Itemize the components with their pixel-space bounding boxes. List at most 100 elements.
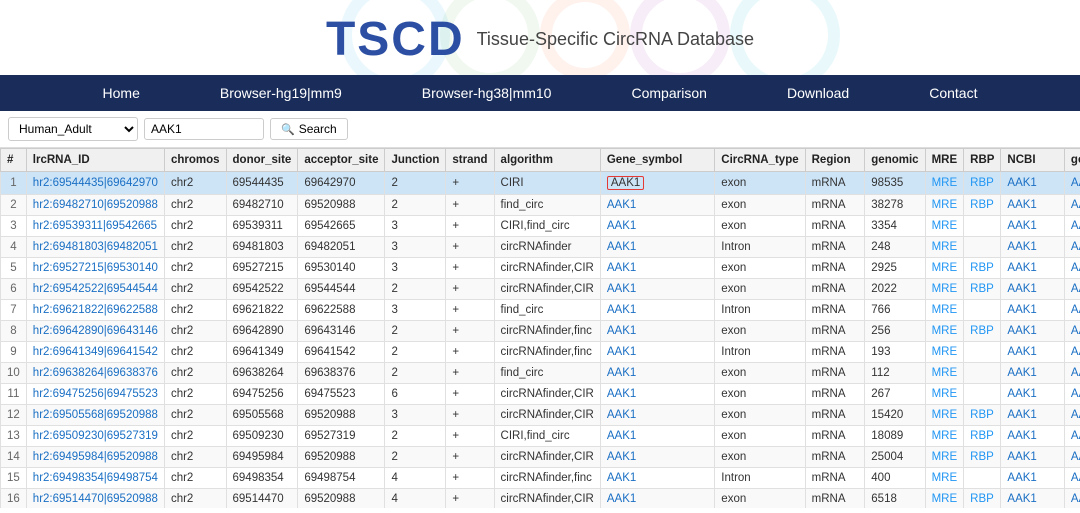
cell-ncbi[interactable]: AAK1 [1001,426,1065,447]
cell-ncbi[interactable]: AAK1 [1001,405,1065,426]
cell-mre[interactable]: MRE [925,363,964,384]
cell-gene-symbol[interactable]: AAK1 [600,172,714,195]
cell-rbp[interactable]: RBP [964,195,1001,216]
cell-ncbi[interactable]: AAK1 [1001,300,1065,321]
results-table: # lrcRNA_ID chromos donor_site acceptor_… [0,148,1080,508]
cell-gene-symbol[interactable]: AAK1 [600,363,714,384]
cell-mre[interactable]: MRE [925,195,964,216]
cell-genecards[interactable]: AAK1 [1064,279,1080,300]
cell-lrcrna-id[interactable]: hr2:69638264|69638376 [26,363,164,384]
cell-mre[interactable]: MRE [925,216,964,237]
cell-genecards[interactable]: AAK1 [1064,405,1080,426]
cell-genecards[interactable]: AAK1 [1064,447,1080,468]
cell-gene-symbol[interactable]: AAK1 [600,405,714,426]
cell-gene-symbol[interactable]: AAK1 [600,195,714,216]
cell-genecards[interactable]: AAK1 [1064,216,1080,237]
cell-rbp[interactable]: RBP [964,426,1001,447]
cell-rbp [964,216,1001,237]
cell-ncbi[interactable]: AAK1 [1001,384,1065,405]
cell-genecards[interactable]: AAK1 [1064,300,1080,321]
cell-genecards[interactable]: AAK1 [1064,258,1080,279]
cell-lrcrna-id[interactable]: hr2:69514470|69520988 [26,489,164,509]
cell-lrcrna-id[interactable]: hr2:69621822|69622588 [26,300,164,321]
cell-mre[interactable]: MRE [925,405,964,426]
search-input[interactable] [144,118,264,140]
cell-genecards[interactable]: AAK1 [1064,363,1080,384]
cell-gene-symbol[interactable]: AAK1 [600,342,714,363]
cell-rbp[interactable]: RBP [964,258,1001,279]
cell-lrcrna-id[interactable]: hr2:69641349|69641542 [26,342,164,363]
cell-ncbi[interactable]: AAK1 [1001,468,1065,489]
cell-mre[interactable]: MRE [925,258,964,279]
cell-ncbi[interactable]: AAK1 [1001,447,1065,468]
cell-rbp[interactable]: RBP [964,279,1001,300]
cell-gene-symbol[interactable]: AAK1 [600,258,714,279]
cell-rbp[interactable]: RBP [964,321,1001,342]
cell-genecards[interactable]: AAK1 [1064,489,1080,509]
cell-lrcrna-id[interactable]: hr2:69505568|69520988 [26,405,164,426]
cell-mre[interactable]: MRE [925,279,964,300]
cell-lrcrna-id[interactable]: hr2:69527215|69530140 [26,258,164,279]
cell-gene-symbol[interactable]: AAK1 [600,384,714,405]
cell-genecards[interactable]: AAK1 [1064,342,1080,363]
cell-mre[interactable]: MRE [925,321,964,342]
nav-download[interactable]: Download [747,75,889,111]
cell-genecards[interactable]: AAK1 [1064,172,1080,195]
organism-dropdown[interactable]: Human_Adult Human_Fetal Mouse_Adult Mous… [8,117,138,141]
cell-lrcrna-id[interactable]: hr2:69475256|69475523 [26,384,164,405]
cell-gene-symbol[interactable]: AAK1 [600,447,714,468]
cell-lrcrna-id[interactable]: hr2:69542522|69544544 [26,279,164,300]
cell-rbp[interactable]: RBP [964,447,1001,468]
nav-browser-hg19[interactable]: Browser-hg19|mm9 [180,75,382,111]
cell-ncbi[interactable]: AAK1 [1001,363,1065,384]
cell-lrcrna-id[interactable]: hr2:69642890|69643146 [26,321,164,342]
cell-genecards[interactable]: AAK1 [1064,468,1080,489]
cell-gene-symbol[interactable]: AAK1 [600,216,714,237]
cell-mre[interactable]: MRE [925,468,964,489]
cell-mre[interactable]: MRE [925,172,964,195]
cell-gene-symbol[interactable]: AAK1 [600,321,714,342]
cell-ncbi[interactable]: AAK1 [1001,321,1065,342]
nav-home[interactable]: Home [63,75,180,111]
cell-gene-symbol[interactable]: AAK1 [600,300,714,321]
cell-rbp[interactable]: RBP [964,405,1001,426]
cell-ncbi[interactable]: AAK1 [1001,237,1065,258]
cell-gene-symbol[interactable]: AAK1 [600,468,714,489]
cell-ncbi[interactable]: AAK1 [1001,258,1065,279]
cell-rbp[interactable]: RBP [964,489,1001,509]
nav-contact[interactable]: Contact [889,75,1017,111]
cell-gene-symbol[interactable]: AAK1 [600,489,714,509]
cell-ncbi[interactable]: AAK1 [1001,279,1065,300]
cell-ncbi[interactable]: AAK1 [1001,342,1065,363]
cell-rbp[interactable]: RBP [964,172,1001,195]
cell-lrcrna-id[interactable]: hr2:69481803|69482051 [26,237,164,258]
nav-browser-hg38[interactable]: Browser-hg38|mm10 [382,75,592,111]
cell-genecards[interactable]: AAK1 [1064,237,1080,258]
cell-ncbi[interactable]: AAK1 [1001,172,1065,195]
cell-lrcrna-id[interactable]: hr2:69495984|69520988 [26,447,164,468]
search-button[interactable]: 🔍 Search [270,118,348,140]
cell-genecards[interactable]: AAK1 [1064,321,1080,342]
cell-genecards[interactable]: AAK1 [1064,195,1080,216]
cell-mre[interactable]: MRE [925,342,964,363]
cell-ncbi[interactable]: AAK1 [1001,216,1065,237]
cell-lrcrna-id[interactable]: hr2:69509230|69527319 [26,426,164,447]
cell-lrcrna-id[interactable]: hr2:69544435|69642970 [26,172,164,195]
cell-genecards[interactable]: AAK1 [1064,384,1080,405]
cell-ncbi[interactable]: AAK1 [1001,489,1065,509]
cell-lrcrna-id[interactable]: hr2:69482710|69520988 [26,195,164,216]
cell-mre[interactable]: MRE [925,426,964,447]
cell-ncbi[interactable]: AAK1 [1001,195,1065,216]
cell-gene-symbol[interactable]: AAK1 [600,426,714,447]
cell-mre[interactable]: MRE [925,489,964,509]
nav-comparison[interactable]: Comparison [591,75,746,111]
cell-lrcrna-id[interactable]: hr2:69498354|69498754 [26,468,164,489]
cell-gene-symbol[interactable]: AAK1 [600,237,714,258]
cell-mre[interactable]: MRE [925,447,964,468]
cell-mre[interactable]: MRE [925,300,964,321]
cell-mre[interactable]: MRE [925,237,964,258]
cell-mre[interactable]: MRE [925,384,964,405]
cell-gene-symbol[interactable]: AAK1 [600,279,714,300]
cell-genecards[interactable]: AAK1 [1064,426,1080,447]
cell-lrcrna-id[interactable]: hr2:69539311|69542665 [26,216,164,237]
